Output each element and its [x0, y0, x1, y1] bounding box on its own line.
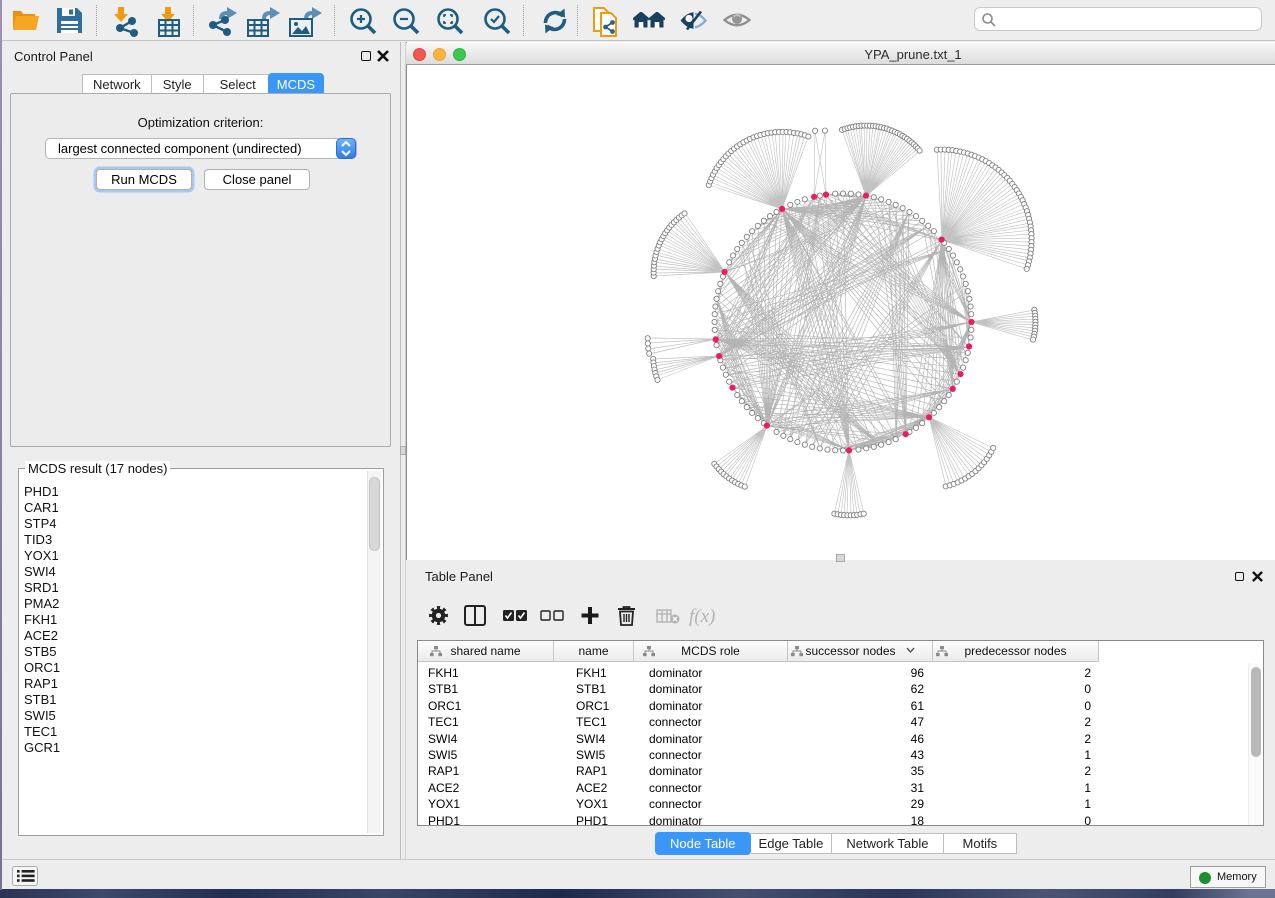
svg-text:f(x): f(x) — [689, 606, 715, 627]
